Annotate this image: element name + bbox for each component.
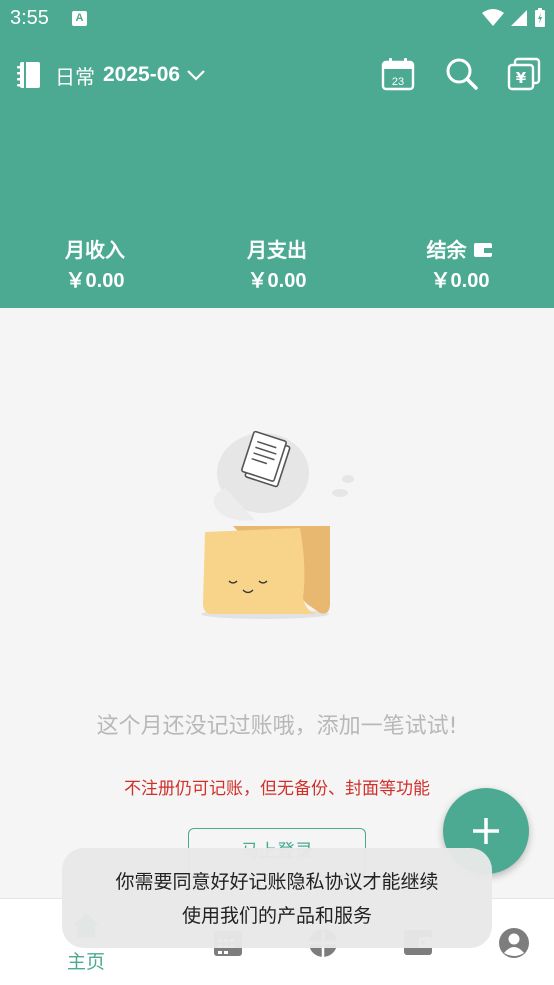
empty-message: 这个月还没记过账哦，添加一笔试试! [96,714,458,739]
chevron-down-icon [187,70,205,81]
balance-label-row: 结余 [370,234,550,262]
wallet-small-icon [474,243,493,257]
notebook-icon[interactable] [14,60,44,90]
tab-home-label: 主页 [66,951,105,973]
calendar-day: 23 [392,76,404,88]
status-bar: 3:55 A [0,0,554,38]
toast-line-2: 使用我们的产品和服务 [181,905,372,927]
signal-icon [511,10,527,26]
book-month-selector[interactable]: 日常 2025-06 [55,60,206,90]
income-value: ￥0.00 [65,270,125,292]
monthly-expense: 月支出 ￥0.00 [187,234,367,293]
wifi-icon [482,9,504,26]
currency-icon[interactable]: ¥ [506,56,542,92]
balance-label: 结余 [426,238,467,262]
income-label: 月收入 [65,238,125,262]
expense-label: 月支出 [247,238,307,262]
search-icon[interactable] [444,56,480,92]
book-name: 日常 [55,64,95,89]
profile-icon [499,928,529,958]
privacy-toast: 你需要同意好好记账隐私协议才能继续 使用我们的产品和服务 [62,848,492,948]
empty-box-illustration [201,430,354,619]
toast-line-1: 你需要同意好好记账隐私协议才能继续 [115,871,439,893]
svg-text:¥: ¥ [516,69,527,87]
balance-value: ￥0.00 [430,270,490,292]
app-header: 日常 2025-06 23 ¥ 月收入 ￥0.00 月支出 ￥0.00 结余 ￥… [0,38,554,308]
month-label: 2025-06 [103,63,181,86]
status-time: 3:55 [10,7,49,29]
balance[interactable]: 结余 ￥0.00 [370,234,550,293]
monthly-income: 月收入 ￥0.00 [5,234,185,293]
calendar-icon[interactable]: 23 [380,56,416,92]
expense-value: ￥0.00 [247,270,307,292]
notification-a-icon: A [72,11,87,26]
battery-icon [535,8,545,27]
